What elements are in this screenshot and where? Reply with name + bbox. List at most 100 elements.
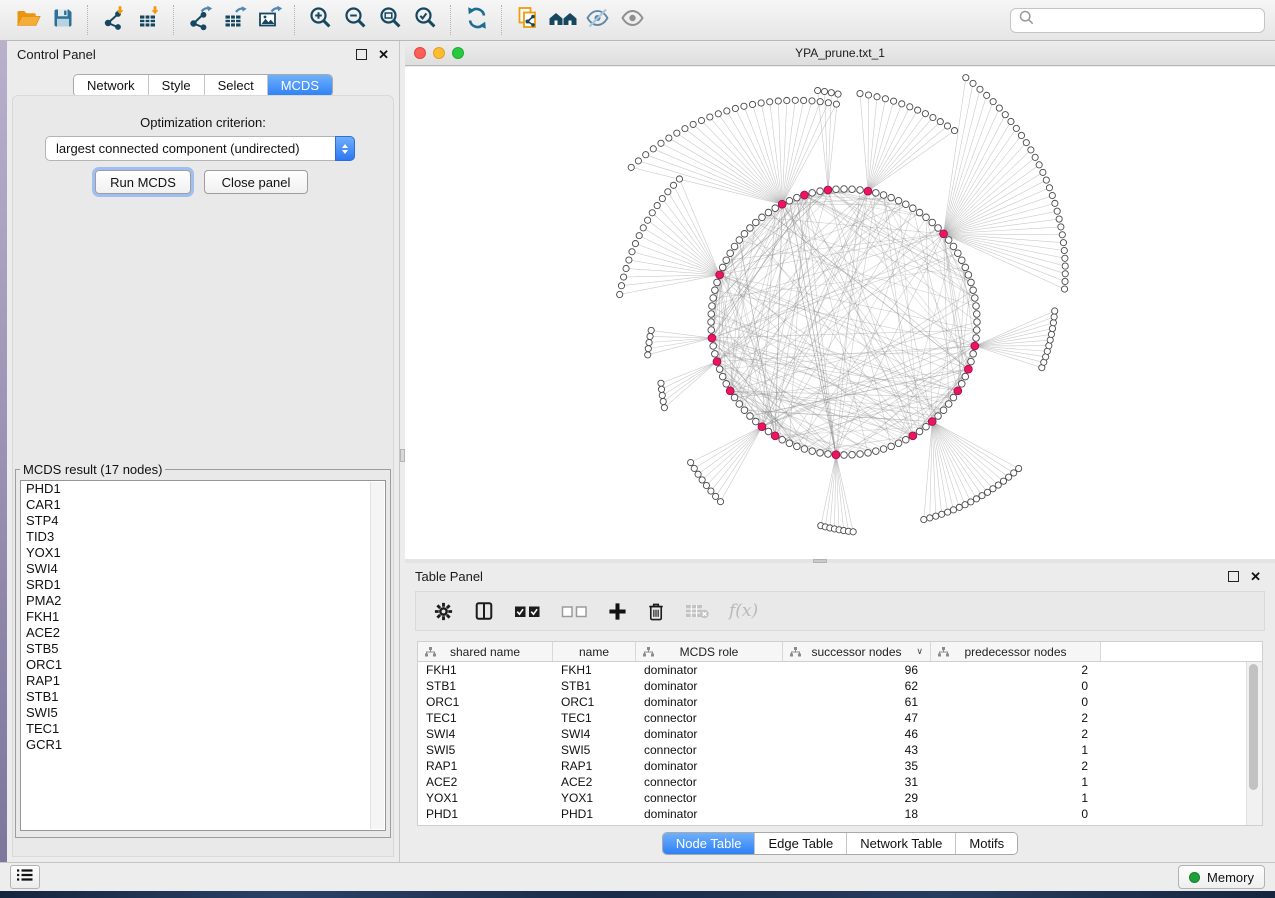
- search-input[interactable]: [1040, 12, 1256, 29]
- close-panel-button[interactable]: Close panel: [204, 170, 308, 194]
- chevron-down-icon[interactable]: ∨: [916, 646, 923, 657]
- save-session-button[interactable]: [45, 3, 80, 37]
- cell-shared-name[interactable]: TEC1: [418, 711, 553, 725]
- window-minimize-button[interactable]: [433, 47, 445, 59]
- cell-MCDS-role[interactable]: dominator: [636, 679, 783, 693]
- zoom-out-button[interactable]: [338, 3, 373, 37]
- mcds-result-item[interactable]: STB1: [21, 689, 385, 705]
- column-header-predecessor-nodes[interactable]: predecessor nodes: [931, 642, 1101, 661]
- select-all-checkboxes-icon[interactable]: [514, 604, 541, 619]
- mcds-result-item[interactable]: GCR1: [21, 737, 385, 753]
- cell-name[interactable]: YOX1: [553, 791, 636, 805]
- mcds-result-item[interactable]: STP4: [21, 513, 385, 529]
- first-neighbors-button[interactable]: [545, 3, 580, 37]
- delete-column-icon[interactable]: [647, 601, 665, 622]
- run-mcds-button[interactable]: Run MCDS: [95, 170, 191, 194]
- node-table-row[interactable]: FKH1FKH1dominator962: [418, 662, 1262, 678]
- add-column-icon[interactable]: [608, 602, 627, 621]
- node-table-row[interactable]: SWI5SWI5connector431: [418, 742, 1262, 758]
- node-table-row[interactable]: TEC1TEC1connector472: [418, 710, 1262, 726]
- cell-predecessor-nodes[interactable]: 1: [931, 791, 1101, 805]
- node-table-row[interactable]: ACE2ACE2connector311: [418, 774, 1262, 790]
- mcds-result-item[interactable]: PHD1: [21, 481, 385, 497]
- column-header-name[interactable]: name: [553, 642, 636, 661]
- export-table-button[interactable]: [217, 3, 252, 37]
- open-session-button[interactable]: [10, 3, 45, 37]
- cell-successor-nodes[interactable]: 46: [783, 727, 931, 741]
- cell-predecessor-nodes[interactable]: 2: [931, 727, 1101, 741]
- cell-name[interactable]: SWI4: [553, 727, 636, 741]
- tab-motifs[interactable]: Motifs: [955, 833, 1017, 854]
- mcds-result-item[interactable]: STB5: [21, 641, 385, 657]
- import-table-button[interactable]: [131, 3, 166, 37]
- memory-button[interactable]: Memory: [1178, 865, 1265, 889]
- cell-shared-name[interactable]: STB1: [418, 679, 553, 693]
- cell-MCDS-role[interactable]: connector: [636, 791, 783, 805]
- cell-successor-nodes[interactable]: 61: [783, 695, 931, 709]
- cell-successor-nodes[interactable]: 31: [783, 775, 931, 789]
- mcds-result-item[interactable]: YOX1: [21, 545, 385, 561]
- duplicate-network-button[interactable]: [510, 3, 545, 37]
- node-table-row[interactable]: STB1STB1dominator620: [418, 678, 1262, 694]
- cell-name[interactable]: FKH1: [553, 663, 636, 677]
- cell-MCDS-role[interactable]: dominator: [636, 807, 783, 821]
- close-panel-icon[interactable]: ✕: [378, 48, 389, 61]
- import-network-button[interactable]: [96, 3, 131, 37]
- hide-selected-button[interactable]: [580, 3, 615, 37]
- cell-MCDS-role[interactable]: dominator: [636, 727, 783, 741]
- tab-network[interactable]: Network: [74, 75, 148, 96]
- cell-name[interactable]: RAP1: [553, 759, 636, 773]
- cell-predecessor-nodes[interactable]: 2: [931, 711, 1101, 725]
- float-panel-icon[interactable]: [1228, 571, 1239, 582]
- cell-name[interactable]: ORC1: [553, 695, 636, 709]
- cell-shared-name[interactable]: ORC1: [418, 695, 553, 709]
- scrollbar-thumb[interactable]: [1249, 664, 1258, 790]
- zoom-in-button[interactable]: [303, 3, 338, 37]
- tab-network-table[interactable]: Network Table: [846, 833, 955, 854]
- cell-name[interactable]: PHD1: [553, 807, 636, 821]
- column-header-shared-name[interactable]: shared name: [418, 642, 553, 661]
- tab-mcds[interactable]: MCDS: [267, 75, 332, 96]
- cell-successor-nodes[interactable]: 35: [783, 759, 931, 773]
- delete-table-icon[interactable]: [685, 603, 709, 619]
- mcds-result-item[interactable]: TID3: [21, 529, 385, 545]
- mcds-result-item[interactable]: ORC1: [21, 657, 385, 673]
- cell-predecessor-nodes[interactable]: 2: [931, 759, 1101, 773]
- zoom-fit-button[interactable]: [373, 3, 408, 37]
- network-view-canvas[interactable]: [405, 67, 1275, 559]
- cell-shared-name[interactable]: SWI5: [418, 743, 553, 757]
- mcds-result-item[interactable]: SRD1: [21, 577, 385, 593]
- cell-successor-nodes[interactable]: 43: [783, 743, 931, 757]
- settings-gear-icon[interactable]: [433, 601, 454, 622]
- node-table-row[interactable]: SWI4SWI4dominator462: [418, 726, 1262, 742]
- column-header-successor-nodes[interactable]: successor nodes∨: [783, 642, 931, 661]
- cell-successor-nodes[interactable]: 47: [783, 711, 931, 725]
- cell-MCDS-role[interactable]: connector: [636, 711, 783, 725]
- mcds-result-item[interactable]: SWI5: [21, 705, 385, 721]
- cell-name[interactable]: STB1: [553, 679, 636, 693]
- node-table-row[interactable]: RAP1RAP1dominator352: [418, 758, 1262, 774]
- cell-MCDS-role[interactable]: dominator: [636, 663, 783, 677]
- mcds-result-item[interactable]: SWI4: [21, 561, 385, 577]
- node-table-row[interactable]: YOX1YOX1connector291: [418, 790, 1262, 806]
- cell-predecessor-nodes[interactable]: 1: [931, 775, 1101, 789]
- search-box[interactable]: [1010, 8, 1265, 33]
- cell-MCDS-role[interactable]: dominator: [636, 695, 783, 709]
- cell-predecessor-nodes[interactable]: 0: [931, 807, 1101, 821]
- table-scrollbar[interactable]: [1246, 662, 1262, 825]
- cell-successor-nodes[interactable]: 29: [783, 791, 931, 805]
- tab-edge-table[interactable]: Edge Table: [754, 833, 846, 854]
- cell-successor-nodes[interactable]: 96: [783, 663, 931, 677]
- cell-name[interactable]: SWI5: [553, 743, 636, 757]
- deselect-all-checkboxes-icon[interactable]: [561, 604, 588, 619]
- cell-shared-name[interactable]: PHD1: [418, 807, 553, 821]
- cell-shared-name[interactable]: FKH1: [418, 663, 553, 677]
- close-panel-icon[interactable]: ✕: [1250, 570, 1261, 583]
- cell-shared-name[interactable]: YOX1: [418, 791, 553, 805]
- cell-MCDS-role[interactable]: connector: [636, 775, 783, 789]
- cell-shared-name[interactable]: SWI4: [418, 727, 553, 741]
- show-all-button[interactable]: [615, 3, 650, 37]
- cell-shared-name[interactable]: RAP1: [418, 759, 553, 773]
- zoom-selected-button[interactable]: [408, 3, 443, 37]
- column-header-MCDS-role[interactable]: MCDS role: [636, 642, 783, 661]
